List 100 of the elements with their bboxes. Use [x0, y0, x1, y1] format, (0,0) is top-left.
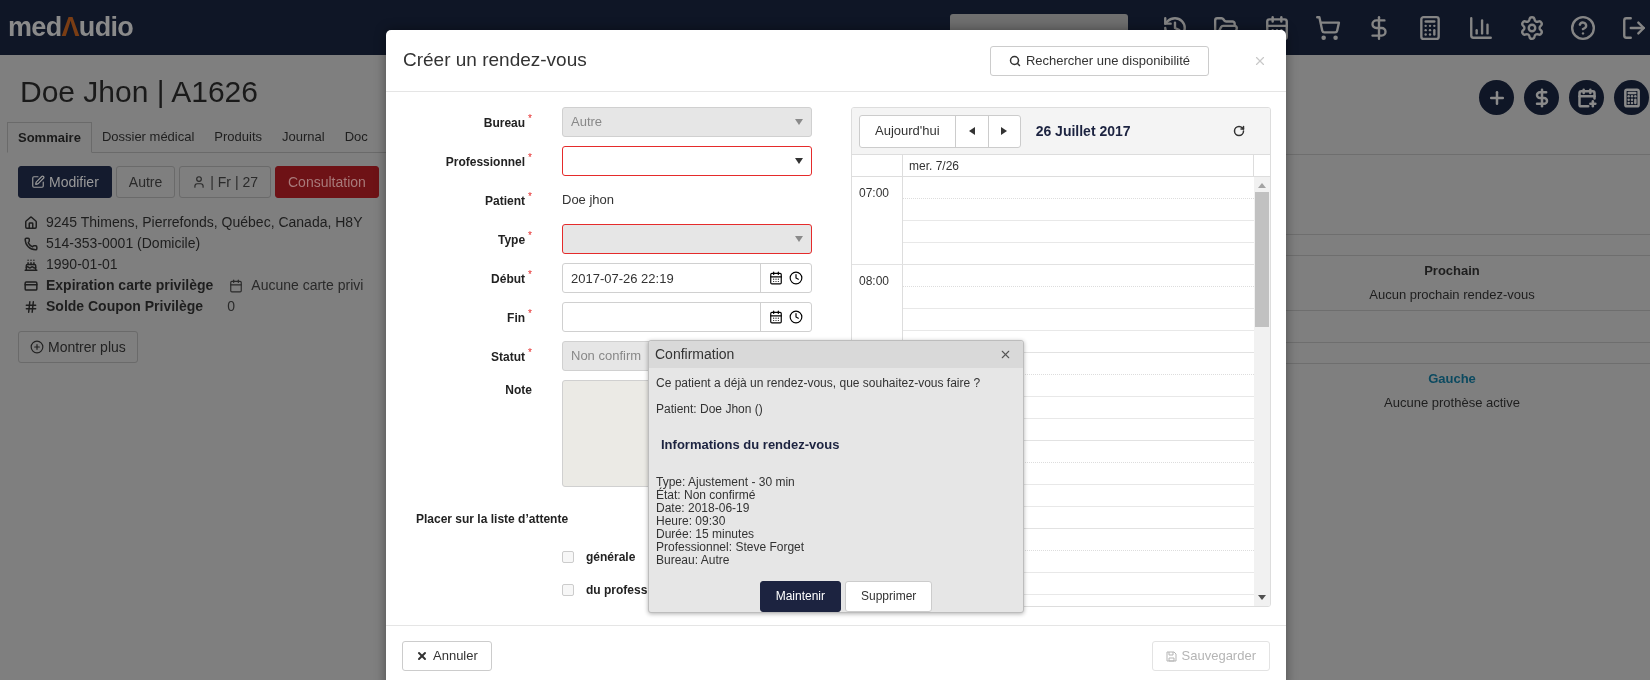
info-label: Solde Coupon Privilège	[46, 297, 204, 316]
info-label: Expiration carte privilège	[46, 276, 214, 295]
required-mark: *	[528, 230, 532, 241]
close-icon	[416, 650, 428, 662]
field-label: Fin	[507, 309, 526, 327]
dollar-button[interactable]	[1524, 80, 1559, 115]
field-label: Bureau	[483, 114, 526, 132]
clock-icon[interactable]	[789, 271, 803, 285]
tab[interactable]: Produits	[204, 121, 273, 152]
consultation-button[interactable]: Consultation	[275, 166, 379, 198]
checkbox-label: générale	[586, 549, 636, 566]
date-field[interactable]: 2017-07-26 22:19	[562, 263, 812, 293]
checkbox-label: du profess	[586, 582, 648, 599]
action-button[interactable]: Modifier	[18, 166, 112, 198]
tab[interactable]: Dossier médical	[91, 121, 205, 152]
hash-icon	[24, 299, 38, 314]
dialog-title: Confirmation	[655, 345, 735, 364]
phone-icon	[24, 236, 38, 251]
bar-chart-icon[interactable]	[1468, 14, 1494, 41]
required-mark: *	[528, 152, 532, 163]
calculator-icon	[1621, 87, 1642, 108]
waitlist-label: Placer sur la liste d’attente	[416, 511, 569, 528]
detail-line: Durée: 15 minutes	[656, 527, 756, 541]
dialog-patient: Patient: Doe Jhon ()	[656, 401, 764, 418]
checkbox[interactable]	[562, 584, 574, 596]
field-label: Note	[505, 382, 532, 399]
select-field[interactable]	[562, 146, 812, 176]
help-icon[interactable]	[1570, 14, 1596, 41]
calendar-icon[interactable]	[769, 310, 783, 324]
field-label: Type	[497, 231, 526, 249]
tab[interactable]: Doc	[334, 121, 378, 152]
day-header: mer. 7/26	[903, 155, 1254, 176]
close-icon[interactable]	[999, 348, 1012, 361]
required-mark: *	[528, 347, 532, 358]
plus-button[interactable]	[1479, 80, 1514, 115]
hour-label: 08:00	[859, 274, 890, 288]
caret-icon	[795, 158, 803, 164]
card-icon	[24, 278, 38, 293]
caret-right-icon	[1001, 127, 1008, 135]
save-button: Sauvegarder	[1151, 641, 1270, 671]
detail-line: Heure: 09:30	[656, 514, 727, 528]
modal-title: Créer un rendez-vous	[403, 48, 587, 73]
checkbox[interactable]	[562, 551, 574, 563]
field-label: Début	[491, 270, 526, 288]
calendar-title: 26 Juillet 2017	[1035, 121, 1131, 141]
search-icon	[1008, 54, 1021, 67]
show-more-button[interactable]: Montrer plus	[18, 331, 138, 363]
detail-line: Type: Ajustement - 30 min	[656, 475, 796, 489]
caret-icon	[795, 119, 803, 125]
detail-line: Date: 2018-06-19	[656, 501, 751, 515]
refresh-icon[interactable]	[1233, 125, 1245, 137]
dialog-heading: Informations du rendez-vous	[661, 436, 841, 454]
calendar-icon	[229, 278, 244, 293]
delete-button[interactable]: Supprimer	[845, 580, 933, 612]
section-heading: Prochain	[1424, 262, 1480, 280]
date-field[interactable]	[562, 302, 812, 332]
calendar-icon[interactable]	[769, 271, 783, 285]
calendar-plus-button[interactable]	[1569, 80, 1604, 115]
patient-name: Doe jhon	[562, 191, 615, 210]
plus-circle-icon	[30, 340, 44, 354]
info-value: 0	[227, 297, 235, 316]
info-value: Aucune carte privi	[251, 276, 364, 295]
required-mark: *	[528, 191, 532, 202]
logo: medΛudio	[8, 11, 134, 45]
dialog-message: Ce patient a déjà un rendez-vous, que souhaitez-vous faire ?	[656, 375, 982, 392]
page-title: Doe Jhon | A1626	[20, 74, 259, 110]
action-button[interactable]: Autre	[115, 166, 176, 198]
logout-icon[interactable]	[1621, 14, 1647, 41]
caret-left-icon	[968, 127, 975, 135]
info-text: 514-353-0001 (Domicile)	[46, 234, 201, 253]
settings-icon[interactable]	[1519, 14, 1545, 41]
tab[interactable]: Sommaire	[7, 122, 92, 153]
tab[interactable]: Journal	[272, 121, 335, 152]
hour-label: 07:00	[859, 186, 890, 200]
action-button[interactable]: | Fr | 27	[179, 166, 271, 198]
scroll-down-icon[interactable]	[1258, 595, 1266, 600]
person-icon	[192, 175, 207, 189]
save-icon	[1165, 650, 1177, 662]
cake-icon	[24, 257, 38, 272]
info-text: 1990-01-01	[46, 255, 118, 274]
field-label: Patient	[485, 192, 526, 210]
cart-icon[interactable]	[1315, 14, 1341, 41]
date-input[interactable]: 2017-07-26 22:19	[563, 264, 760, 292]
required-mark: *	[528, 308, 532, 319]
keep-button[interactable]: Maintenir	[759, 580, 841, 612]
section-text: Aucun prochain rendez-vous	[1369, 285, 1535, 304]
caret-icon	[795, 236, 803, 242]
section-text: Aucune prothèse active	[1384, 393, 1520, 412]
calculator-icon[interactable]	[1417, 14, 1443, 41]
home-icon	[24, 215, 38, 230]
edit-icon	[31, 175, 45, 189]
info-text: 9245 Thimens, Pierrefonds, Québec, Canada, H8Y	[46, 213, 363, 232]
calculator-button[interactable]	[1614, 80, 1649, 115]
search-availability-button[interactable]: Rechercher une disponibilité	[989, 45, 1209, 76]
scrollbar[interactable]	[1254, 177, 1270, 606]
detail-line: Professionnel: Steve Forget	[656, 540, 806, 554]
required-mark: *	[528, 113, 532, 124]
required-mark: *	[528, 269, 532, 280]
cancel-button[interactable]: Annuler	[402, 641, 492, 671]
clock-icon[interactable]	[789, 310, 803, 324]
